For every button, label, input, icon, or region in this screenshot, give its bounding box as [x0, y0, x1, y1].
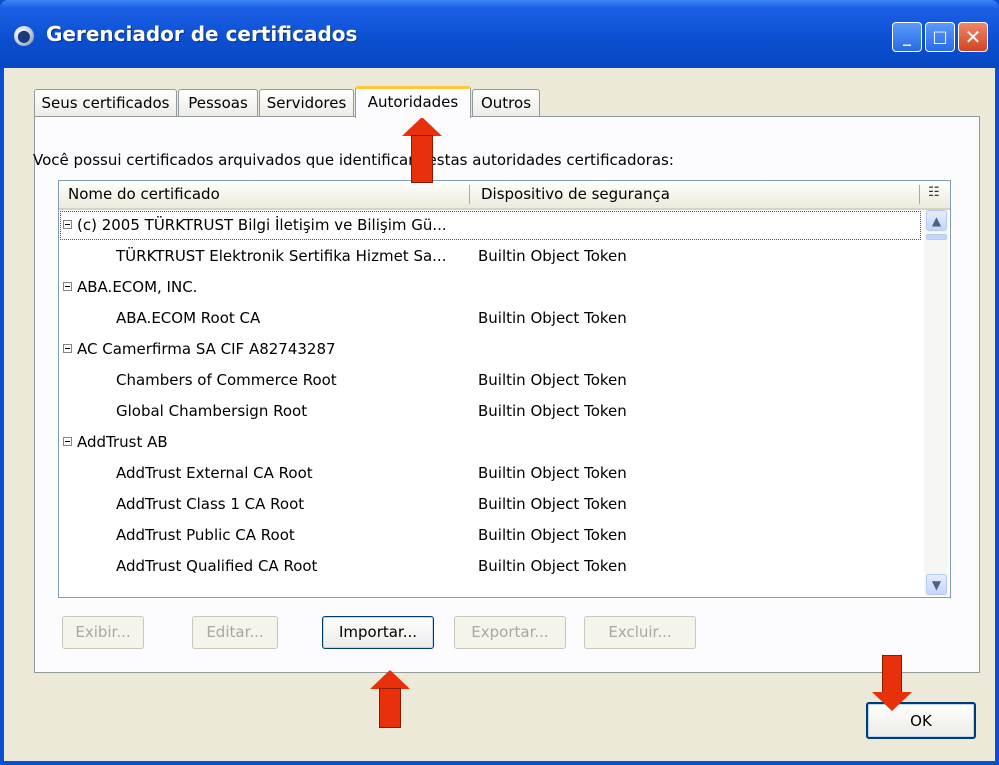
tree-row-group[interactable]: AddTrust AB — [59, 427, 922, 458]
certificate-name: Global Chambersign Root — [116, 402, 308, 420]
security-device: Builtin Object Token — [478, 247, 627, 265]
collapse-icon[interactable] — [63, 437, 72, 446]
export-button[interactable]: Exportar... — [454, 616, 566, 649]
security-device: Builtin Object Token — [478, 495, 627, 513]
annotation-arrow-shaft — [411, 135, 433, 183]
dialog-body: Seus certificados Pessoas Servidores Aut… — [4, 68, 995, 761]
minimize-button[interactable]: _ — [892, 22, 922, 52]
window-title: Gerenciador de certificados — [46, 22, 358, 46]
security-device: Builtin Object Token — [478, 557, 627, 575]
vertical-scrollbar[interactable]: ▲ ▼ — [924, 210, 948, 596]
minimize-icon: _ — [903, 27, 911, 46]
tab-people[interactable]: Pessoas — [178, 89, 258, 117]
annotation-arrow-up-icon — [402, 117, 442, 136]
tree-row[interactable]: Chambers of Commerce Root Builtin Object… — [59, 365, 922, 396]
tree-header: Nome do certificado Dispositivo de segur… — [59, 181, 950, 210]
certificate-manager-window: ⬤ Gerenciador de certificados _ □ ✕ Seus… — [0, 0, 999, 765]
annotation-arrow-shaft — [882, 655, 902, 693]
security-device: Builtin Object Token — [478, 526, 627, 544]
tree-row-group[interactable]: AC Camerfirma SA CIF A82743287 — [59, 334, 922, 365]
security-device: Builtin Object Token — [478, 371, 627, 389]
annotation-arrow-down-icon — [872, 692, 912, 711]
tab-authorities[interactable]: Autoridades — [355, 86, 471, 118]
import-button[interactable]: Importar... — [322, 616, 434, 649]
certificate-name: ABA.ECOM, INC. — [77, 278, 198, 296]
certificate-name: AddTrust Class 1 CA Root — [116, 495, 305, 513]
column-picker-icon[interactable]: ☷ — [928, 186, 942, 200]
certificate-name: TÜRKTRUST Elektronik Sertifika Hizmet Sa… — [116, 247, 447, 265]
tab-others[interactable]: Outros — [472, 89, 540, 117]
scroll-up-icon[interactable]: ▲ — [926, 210, 947, 231]
tree-row-group[interactable]: (c) 2005 TÜRKTRUST Bilgi İletişim ve Bil… — [59, 210, 922, 241]
certificate-name: AddTrust AB — [77, 433, 168, 451]
collapse-icon[interactable] — [63, 344, 72, 353]
maximize-button[interactable]: □ — [925, 22, 955, 52]
column-separator[interactable] — [469, 185, 470, 204]
tree-row[interactable]: AddTrust Class 1 CA Root Builtin Object … — [59, 489, 922, 520]
title-bar[interactable]: ⬤ Gerenciador de certificados _ □ ✕ — [0, 0, 999, 68]
tree-row[interactable]: AddTrust External CA Root Builtin Object… — [59, 458, 922, 489]
tab-servers[interactable]: Servidores — [259, 89, 354, 117]
certificate-tree[interactable]: Nome do certificado Dispositivo de segur… — [58, 180, 951, 598]
security-device: Builtin Object Token — [478, 309, 627, 327]
maximize-icon: □ — [932, 27, 948, 46]
certificate-name: AC Camerfirma SA CIF A82743287 — [77, 340, 336, 358]
annotation-arrow-up-icon — [370, 670, 410, 689]
close-button[interactable]: ✕ — [958, 22, 988, 52]
tree-row[interactable]: AddTrust Public CA Root Builtin Object T… — [59, 520, 922, 551]
close-icon: ✕ — [964, 25, 982, 49]
view-button[interactable]: Exibir... — [62, 616, 144, 649]
scroll-thumb[interactable] — [926, 234, 947, 240]
info-text: Você possui certificados arquivados que … — [33, 151, 674, 169]
tree-row[interactable]: ABA.ECOM Root CA Builtin Object Token — [59, 303, 922, 334]
column-security-device[interactable]: Dispositivo de segurança — [481, 185, 670, 203]
collapse-icon[interactable] — [63, 220, 72, 229]
certificate-name: AddTrust External CA Root — [116, 464, 313, 482]
delete-button[interactable]: Excluir... — [584, 616, 696, 649]
tree-row[interactable]: TÜRKTRUST Elektronik Sertifika Hizmet Sa… — [59, 241, 922, 272]
column-certificate-name[interactable]: Nome do certificado — [68, 185, 220, 203]
tree-row-group[interactable]: ABA.ECOM, INC. — [59, 272, 922, 303]
tab-your-certificates[interactable]: Seus certificados — [34, 89, 177, 117]
certificate-name: ABA.ECOM Root CA — [116, 309, 261, 327]
scroll-down-icon[interactable]: ▼ — [926, 574, 947, 595]
window-frame-bottom — [0, 761, 999, 765]
app-icon: ⬤ — [14, 26, 34, 46]
edit-button[interactable]: Editar... — [192, 616, 278, 649]
certificate-name: Chambers of Commerce Root — [116, 371, 337, 389]
certificate-name: AddTrust Qualified CA Root — [116, 557, 318, 575]
annotation-arrow-shaft — [379, 688, 401, 728]
tree-row[interactable]: AddTrust Qualified CA Root Builtin Objec… — [59, 551, 922, 582]
collapse-icon[interactable] — [63, 282, 72, 291]
column-separator[interactable] — [919, 185, 920, 204]
security-device: Builtin Object Token — [478, 464, 627, 482]
security-device: Builtin Object Token — [478, 402, 627, 420]
certificate-name: (c) 2005 TÜRKTRUST Bilgi İletişim ve Bil… — [77, 216, 447, 234]
tree-row[interactable]: Global Chambersign Root Builtin Object T… — [59, 396, 922, 427]
certificate-name: AddTrust Public CA Root — [116, 526, 295, 544]
